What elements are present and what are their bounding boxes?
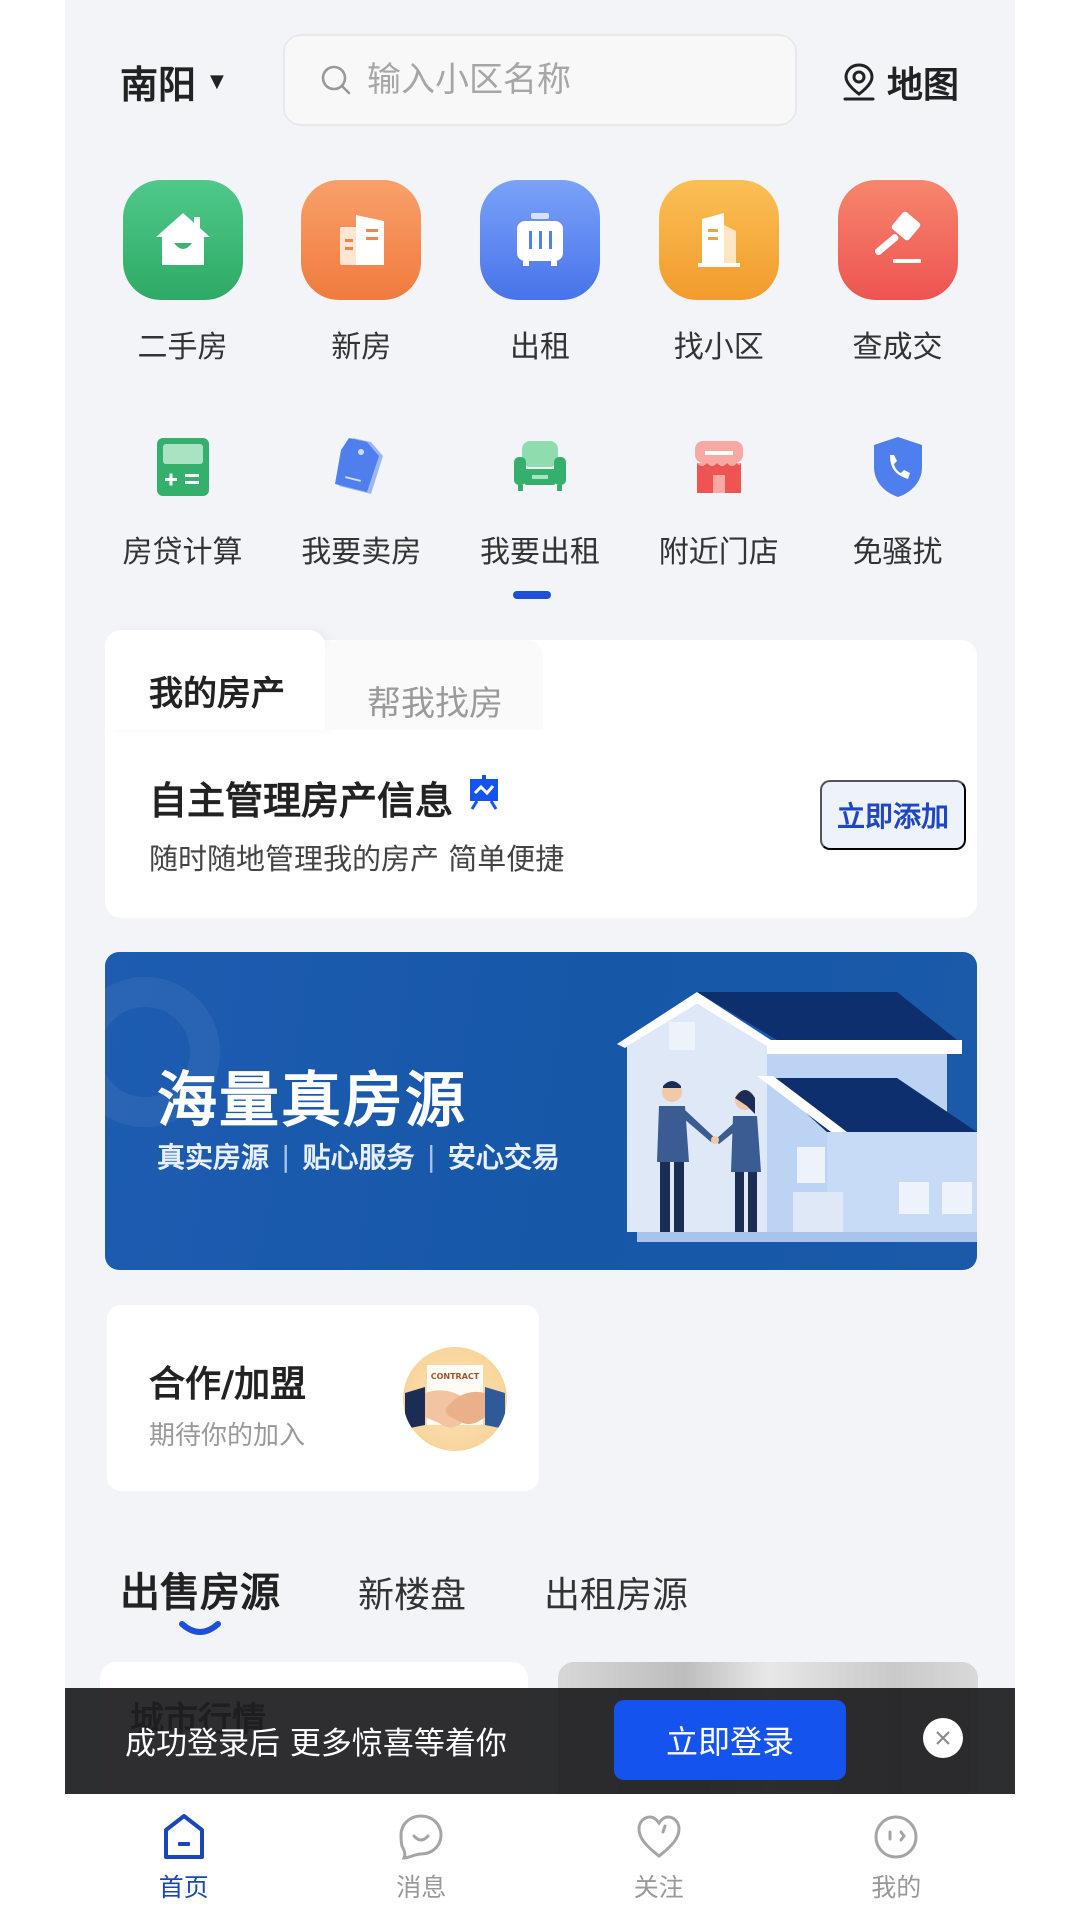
property-title-row: 自主管理房产信息 [149,770,501,825]
message-icon [399,1814,443,1860]
grid-label: 房贷计算 [122,535,243,570]
building-icon [301,180,422,300]
caret-down-icon: ▼ [210,71,224,92]
property-tabs: 我的房产 帮我找房 [105,630,543,730]
tab-my-property[interactable]: 我的房产 [105,630,325,730]
map-button[interactable]: 地图 [841,56,959,108]
property-card: 我的房产 帮我找房 自主管理房产信息 随时随地管理我的房产 简单便捷 立即添加 [105,630,977,918]
house-icon [122,180,243,300]
chart-board-icon [467,775,501,820]
shield-phone-icon [866,435,930,499]
tab-new-developments[interactable]: 新楼盘 [358,1566,466,1618]
tab-for-rent[interactable]: 出租房源 [544,1566,688,1618]
house-handshake-illustration [617,992,977,1242]
tab-find-house-for-me[interactable]: 帮我找房 [325,640,543,730]
storefront-icon [687,435,751,499]
grid-item-no-harassment[interactable]: 免骚扰 [810,435,985,571]
banner-tags: 真实房源 | 贴心服务 | 安心交易 [157,1136,560,1176]
nav-label: 我的 [871,1873,922,1902]
nav-messages[interactable]: 消息 [303,1794,541,1920]
active-tab-indicator-icon [179,1621,221,1635]
nav-profile[interactable]: 我的 [778,1794,1016,1920]
cooperation-title: 合作/加盟 [149,1364,307,1405]
map-pin-icon [843,63,875,101]
grid-item-mortgage-calc[interactable]: 房贷计算 [95,435,270,571]
search-box[interactable] [283,34,797,126]
price-tag-icon [329,435,393,499]
grid-label: 出租 [510,330,570,365]
grid-item-nearby-stores[interactable]: 附近门店 [631,435,806,571]
close-icon[interactable] [923,1718,963,1758]
login-prompt-bar: 成功登录后 更多惊喜等着你 立即登录 [65,1688,1015,1794]
banner-tag: 贴心服务 [302,1141,415,1174]
banner-title: 海量真房源 [157,1066,467,1136]
property-subtitle: 随时随地管理我的房产 简单便捷 [149,842,565,876]
nav-label: 关注 [633,1873,684,1902]
nav-label: 首页 [158,1873,209,1902]
gavel-icon [837,180,958,300]
heart-icon [637,1815,681,1858]
grid-label: 免骚扰 [852,535,943,570]
login-prompt-text: 成功登录后 更多惊喜等着你 [125,1726,507,1762]
sofa-icon [508,435,572,499]
city-name: 南阳 [120,63,197,107]
grid-label: 我要出租 [480,535,600,570]
profile-face-icon [874,1815,918,1859]
grid-item-rent[interactable]: 出租 [453,180,628,366]
grid-item-find-community[interactable]: 找小区 [631,180,806,366]
login-button[interactable]: 立即登录 [614,1700,846,1780]
app-screen: 南阳 ▼ 地图 二手房 [65,0,1015,1920]
grid-item-second-hand[interactable]: 二手房 [95,180,270,366]
nav-favorites[interactable]: 关注 [540,1794,778,1920]
listing-tabs: 出售房源 新楼盘 出租房源 [120,1560,688,1635]
grid-label: 找小区 [673,330,764,365]
add-property-button[interactable]: 立即添加 [820,780,966,850]
grid-label: 附近门店 [658,535,779,570]
grid-label: 查成交 [852,330,943,365]
promo-banner[interactable]: 海量真房源 真实房源 | 贴心服务 | 安心交易 [105,952,977,1270]
suitcase-icon [480,180,600,300]
calculator-icon [151,435,215,499]
search-icon [321,65,351,95]
nav-home[interactable]: 首页 [65,1794,303,1920]
separator: | [281,1139,291,1173]
bottom-navigation: 首页 消息 关注 我的 [65,1794,1015,1920]
grid-label: 我要卖房 [301,535,422,570]
page-indicator [513,591,551,599]
primary-nav-grid: 二手房 新房 出租 找小区 查成交 [95,180,985,366]
tab-for-sale[interactable]: 出售房源 [120,1560,280,1635]
search-input[interactable] [367,60,767,100]
tower-icon [658,180,779,300]
secondary-nav-grid: 房贷计算 我要卖房 我要出租 附近门店 免骚扰 [95,435,985,571]
handshake-contract-icon: CONTRACT [403,1347,507,1451]
map-label: 地图 [887,65,960,106]
tab-label: 出售房源 [120,1570,280,1616]
banner-tag: 安心交易 [447,1141,560,1174]
contract-text: CONTRACT [431,1372,480,1381]
grid-label: 新房 [331,330,392,365]
cooperation-subtitle: 期待你的加入 [149,1421,306,1451]
grid-item-sell-house[interactable]: 我要卖房 [274,435,449,571]
nav-label: 消息 [396,1873,447,1902]
separator: | [426,1139,436,1173]
header: 南阳 ▼ 地图 [65,28,1015,128]
grid-label: 二手房 [137,330,228,365]
city-selector[interactable]: 南阳 ▼ [120,54,224,109]
grid-item-new-house[interactable]: 新房 [274,180,449,366]
home-icon [163,1814,204,1859]
cooperation-card[interactable]: 合作/加盟 期待你的加入 CONTRACT [107,1305,539,1491]
grid-item-deal-records[interactable]: 查成交 [810,180,985,366]
grid-item-rent-out[interactable]: 我要出租 [453,435,628,571]
property-title: 自主管理房产信息 [149,779,454,823]
banner-tag: 真实房源 [157,1141,270,1174]
